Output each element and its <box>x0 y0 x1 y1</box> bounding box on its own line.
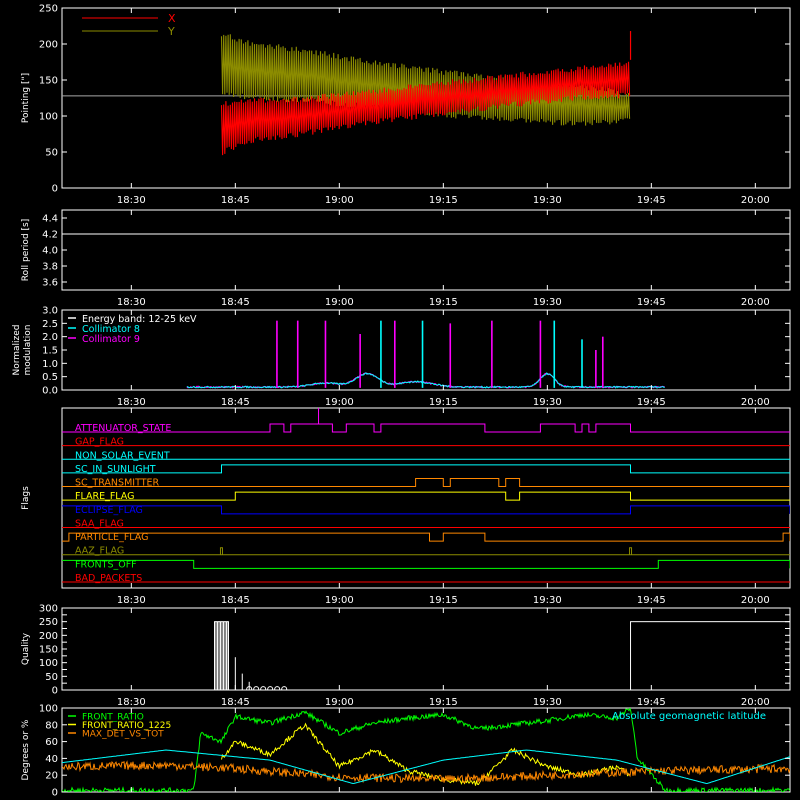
y-tick-label: 100 <box>39 112 58 123</box>
flag-label: BAD_PACKETS <box>75 573 142 584</box>
x-tick-label: 19:30 <box>533 595 562 606</box>
y-tick-label: 1.5 <box>42 346 58 357</box>
annotation-label: Absolute geomagnetic latitude <box>612 711 766 722</box>
x-tick-label: 19:30 <box>533 397 562 408</box>
y-tick-label: 200 <box>39 40 58 51</box>
y-tick-label: 0.0 <box>42 386 58 397</box>
x-tick-label: 18:30 <box>117 195 146 206</box>
y-tick-label: 4.0 <box>42 246 58 257</box>
y-tick-label: 250 <box>39 617 58 628</box>
y-tick-label: 0 <box>52 788 58 799</box>
x-tick-label: 20:00 <box>741 297 770 308</box>
x-tick-label: 19:00 <box>325 297 354 308</box>
flag-label: NON_SOLAR_EVENT <box>75 450 170 461</box>
x-tick-label: 19:00 <box>325 595 354 606</box>
flag-label: PARTICLE_FLAG <box>75 532 148 543</box>
x-tick-label: 18:30 <box>117 595 146 606</box>
flag-label: SAA_FLAG <box>75 518 124 529</box>
y-tick-label: 3.0 <box>42 306 58 317</box>
legend-label: Collimator 9 <box>82 334 140 345</box>
x-tick-label: 18:45 <box>221 297 250 308</box>
x-tick-label: 19:15 <box>429 297 458 308</box>
y-axis-label: Flags <box>21 486 31 510</box>
x-tick-label: 20:00 <box>741 595 770 606</box>
flag-label: SC_IN_SUNLIGHT <box>75 464 156 475</box>
x-tick-label: 18:45 <box>221 697 250 708</box>
y-axis-label: Degrees or % <box>21 719 31 780</box>
flag-label: GAP_FLAG <box>75 437 124 448</box>
x-tick-label: 20:00 <box>741 195 770 206</box>
legend-label: X <box>168 12 176 25</box>
y-tick-label: 4.4 <box>42 214 58 225</box>
y-tick-label: 20 <box>45 771 58 782</box>
y-tick-label: 2.5 <box>42 319 58 330</box>
y-tick-label: 3.6 <box>42 278 58 289</box>
flag-label: ECLIPSE_FLAG <box>75 505 143 516</box>
x-tick-label: 19:30 <box>533 697 562 708</box>
legend-label: MAX_DET_VS_TOT <box>82 730 164 740</box>
telemetry-figure: 18:30 18:45 19:00 19:15 19:30 19:45 20:00 0 50 10… <box>0 0 800 800</box>
y-tick-label: 0 <box>52 184 58 195</box>
x-tick-label: 19:45 <box>637 195 666 206</box>
y-tick-label: 300 <box>39 604 58 615</box>
x-tick-label: 19:30 <box>533 195 562 206</box>
x-tick-label: 19:30 <box>533 297 562 308</box>
y-tick-label: 50 <box>45 672 58 683</box>
x-tick-label: 19:00 <box>325 697 354 708</box>
x-tick-label: 19:00 <box>325 397 354 408</box>
flag-label: AAZ_FLAG <box>75 546 124 557</box>
x-tick-label: 19:45 <box>637 595 666 606</box>
x-tick-label: 19:15 <box>429 595 458 606</box>
y-tick-label: 0.5 <box>42 372 58 383</box>
x-tick-label: 19:15 <box>429 195 458 206</box>
y-tick-label: 3.8 <box>42 262 58 273</box>
flag-label: ATTENUATOR_STATE <box>75 423 171 434</box>
legend-label: Y <box>167 25 175 38</box>
x-tick-label: 18:45 <box>221 397 250 408</box>
y-tick-label: 60 <box>45 737 58 748</box>
y-tick-label: 1.0 <box>42 359 58 370</box>
y-tick-label: 50 <box>45 148 58 159</box>
flag-label: FRONTS_OFF <box>75 559 137 570</box>
y-tick-label: 80 <box>45 720 58 731</box>
y-tick-label: 100 <box>39 658 58 669</box>
x-tick-label: 18:45 <box>221 595 250 606</box>
x-tick-label: 18:30 <box>117 297 146 308</box>
y-tick-label: 200 <box>39 631 58 642</box>
y-tick-label: 250 <box>39 4 58 15</box>
x-tick-label: 18:45 <box>221 195 250 206</box>
y-tick-label: 150 <box>39 645 58 656</box>
y-tick-label: 100 <box>39 704 58 715</box>
y-tick-label: 0 <box>52 686 58 697</box>
flag-label: SC_TRANSMITTER <box>75 478 160 489</box>
x-tick-label: 19:00 <box>325 195 354 206</box>
y-axis-label: Roll period [s] <box>21 219 31 281</box>
flag-label: FLARE_FLAG <box>75 491 135 502</box>
y-tick-label: 40 <box>45 754 58 765</box>
x-tick-label: 19:45 <box>637 397 666 408</box>
x-tick-label: 19:15 <box>429 697 458 708</box>
y-tick-label: 2.0 <box>42 332 58 343</box>
x-tick-label: 19:45 <box>637 297 666 308</box>
y-axis-label: Normalized <box>12 324 22 375</box>
y-axis-label: Quality <box>21 632 31 665</box>
y-axis-label: modulation <box>23 325 33 376</box>
x-tick-label: 20:00 <box>741 697 770 708</box>
x-tick-label: 19:45 <box>637 697 666 708</box>
x-tick-label: 19:15 <box>429 397 458 408</box>
x-tick-label: 20:00 <box>741 397 770 408</box>
y-axis-label: Pointing ["] <box>21 73 31 123</box>
y-tick-label: 4.2 <box>42 230 58 241</box>
x-tick-label: 18:30 <box>117 697 146 708</box>
y-tick-label: 150 <box>39 76 58 87</box>
x-tick-label: 18:30 <box>117 397 146 408</box>
